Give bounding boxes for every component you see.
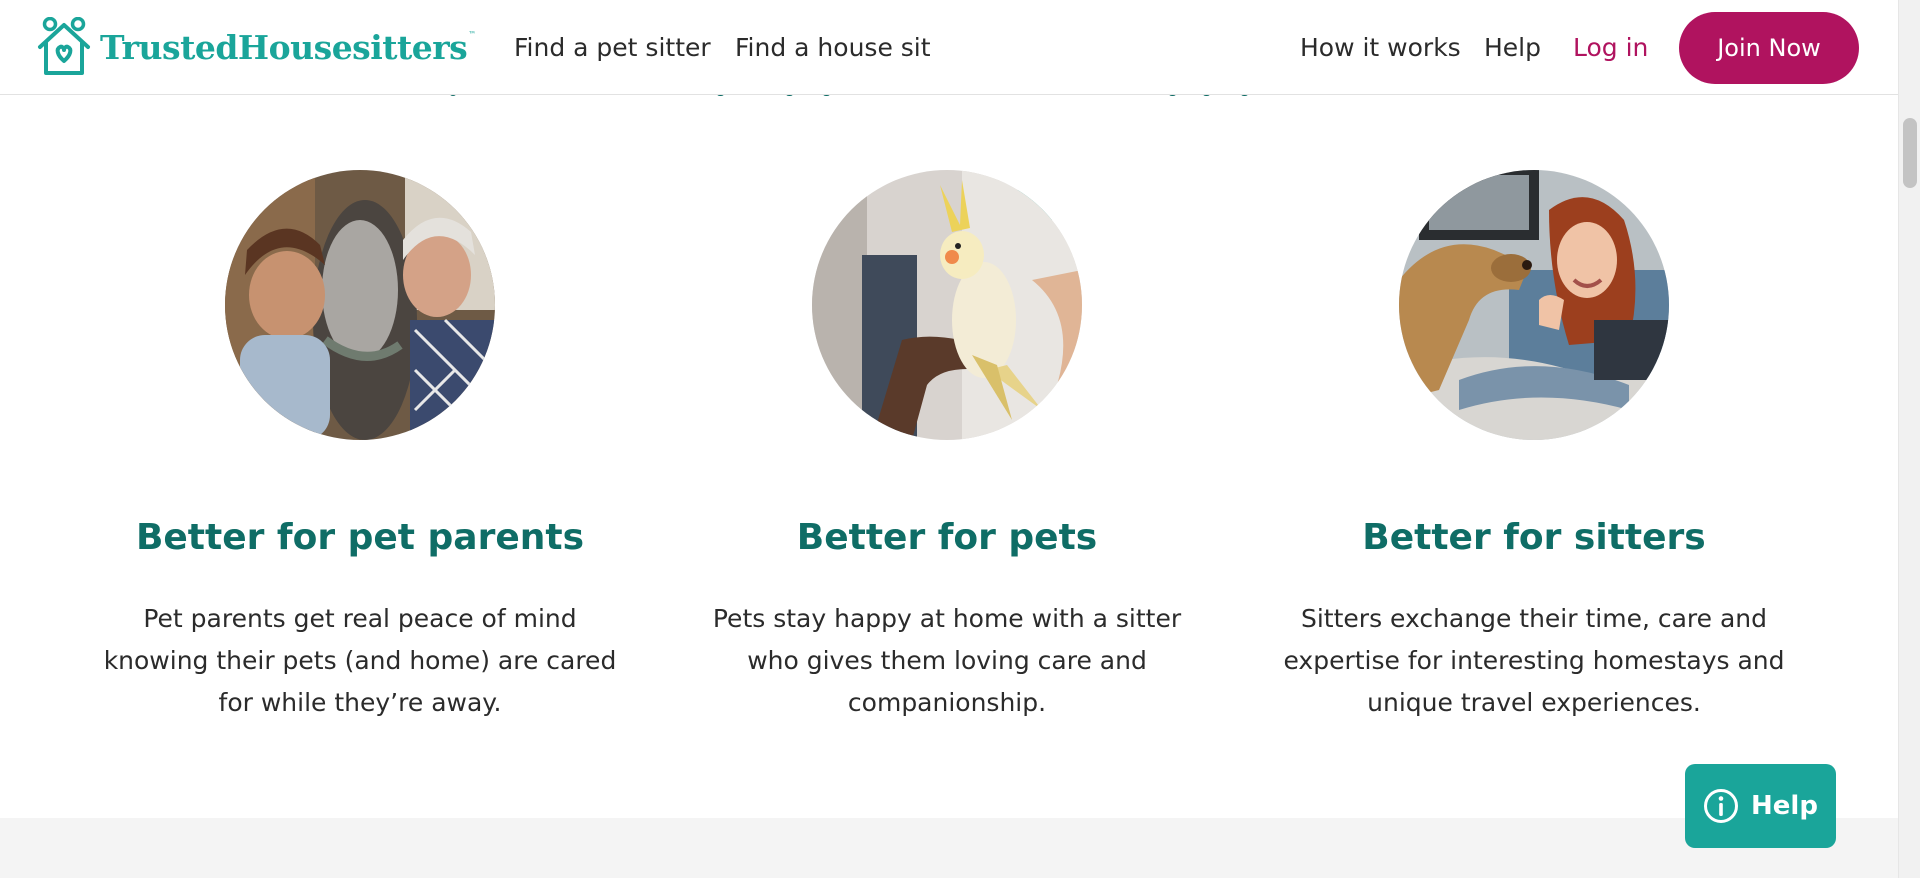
feature-body: Sitters exchange their time, care and ex… — [1283, 604, 1785, 717]
site-header: TrustedHousesitters ™ Find a pet sitter … — [0, 0, 1898, 95]
nav-log-in[interactable]: Log in — [1573, 33, 1648, 63]
house-logo-icon — [38, 17, 90, 75]
join-now-button[interactable]: Join Now — [1679, 12, 1859, 84]
feature-pets: Better for pets Pets stay happy at home … — [657, 170, 1237, 724]
feature-body: Pet parents get real peace of mind knowi… — [103, 604, 617, 717]
logo-wordmark: TrustedHousesitters — [100, 27, 468, 67]
cockatiel-photo — [812, 170, 1082, 440]
dog-and-woman-image — [1399, 170, 1669, 440]
nav-help[interactable]: Help — [1484, 33, 1541, 63]
feature-title: Better for pet parents — [135, 517, 585, 558]
logo-trademark: ™ — [468, 29, 477, 39]
page-scrollbar[interactable] — [1898, 0, 1920, 878]
next-section-band — [0, 818, 1898, 878]
feature-title: Better for pets — [796, 517, 1098, 558]
help-chat-button[interactable]: Help — [1685, 764, 1836, 848]
feature-title: Better for sitters — [1362, 517, 1706, 558]
nav-how-it-works[interactable]: How it works — [1300, 33, 1461, 63]
feature-pet-parents: Better for pet parents Pet parents get r… — [70, 170, 650, 724]
nav-find-house-sit[interactable]: Find a house sit — [735, 33, 931, 63]
info-icon — [1704, 789, 1739, 823]
feature-body: Pets stay happy at home with a sitter wh… — [712, 604, 1182, 717]
dog-and-woman-photo — [1399, 170, 1669, 440]
nav-find-pet-sitter[interactable]: Find a pet sitter — [514, 33, 711, 63]
feature-sitters: Better for sitters Sitters exchange thei… — [1244, 170, 1824, 724]
cockatiel-image — [812, 170, 1082, 440]
brand-logo[interactable]: TrustedHousesitters ™ — [34, 17, 476, 79]
scrollbar-thumb[interactable] — [1903, 118, 1917, 188]
help-label: Help — [1751, 791, 1818, 821]
horse-owners-photo — [225, 170, 495, 440]
horse-owners-image — [225, 170, 495, 440]
